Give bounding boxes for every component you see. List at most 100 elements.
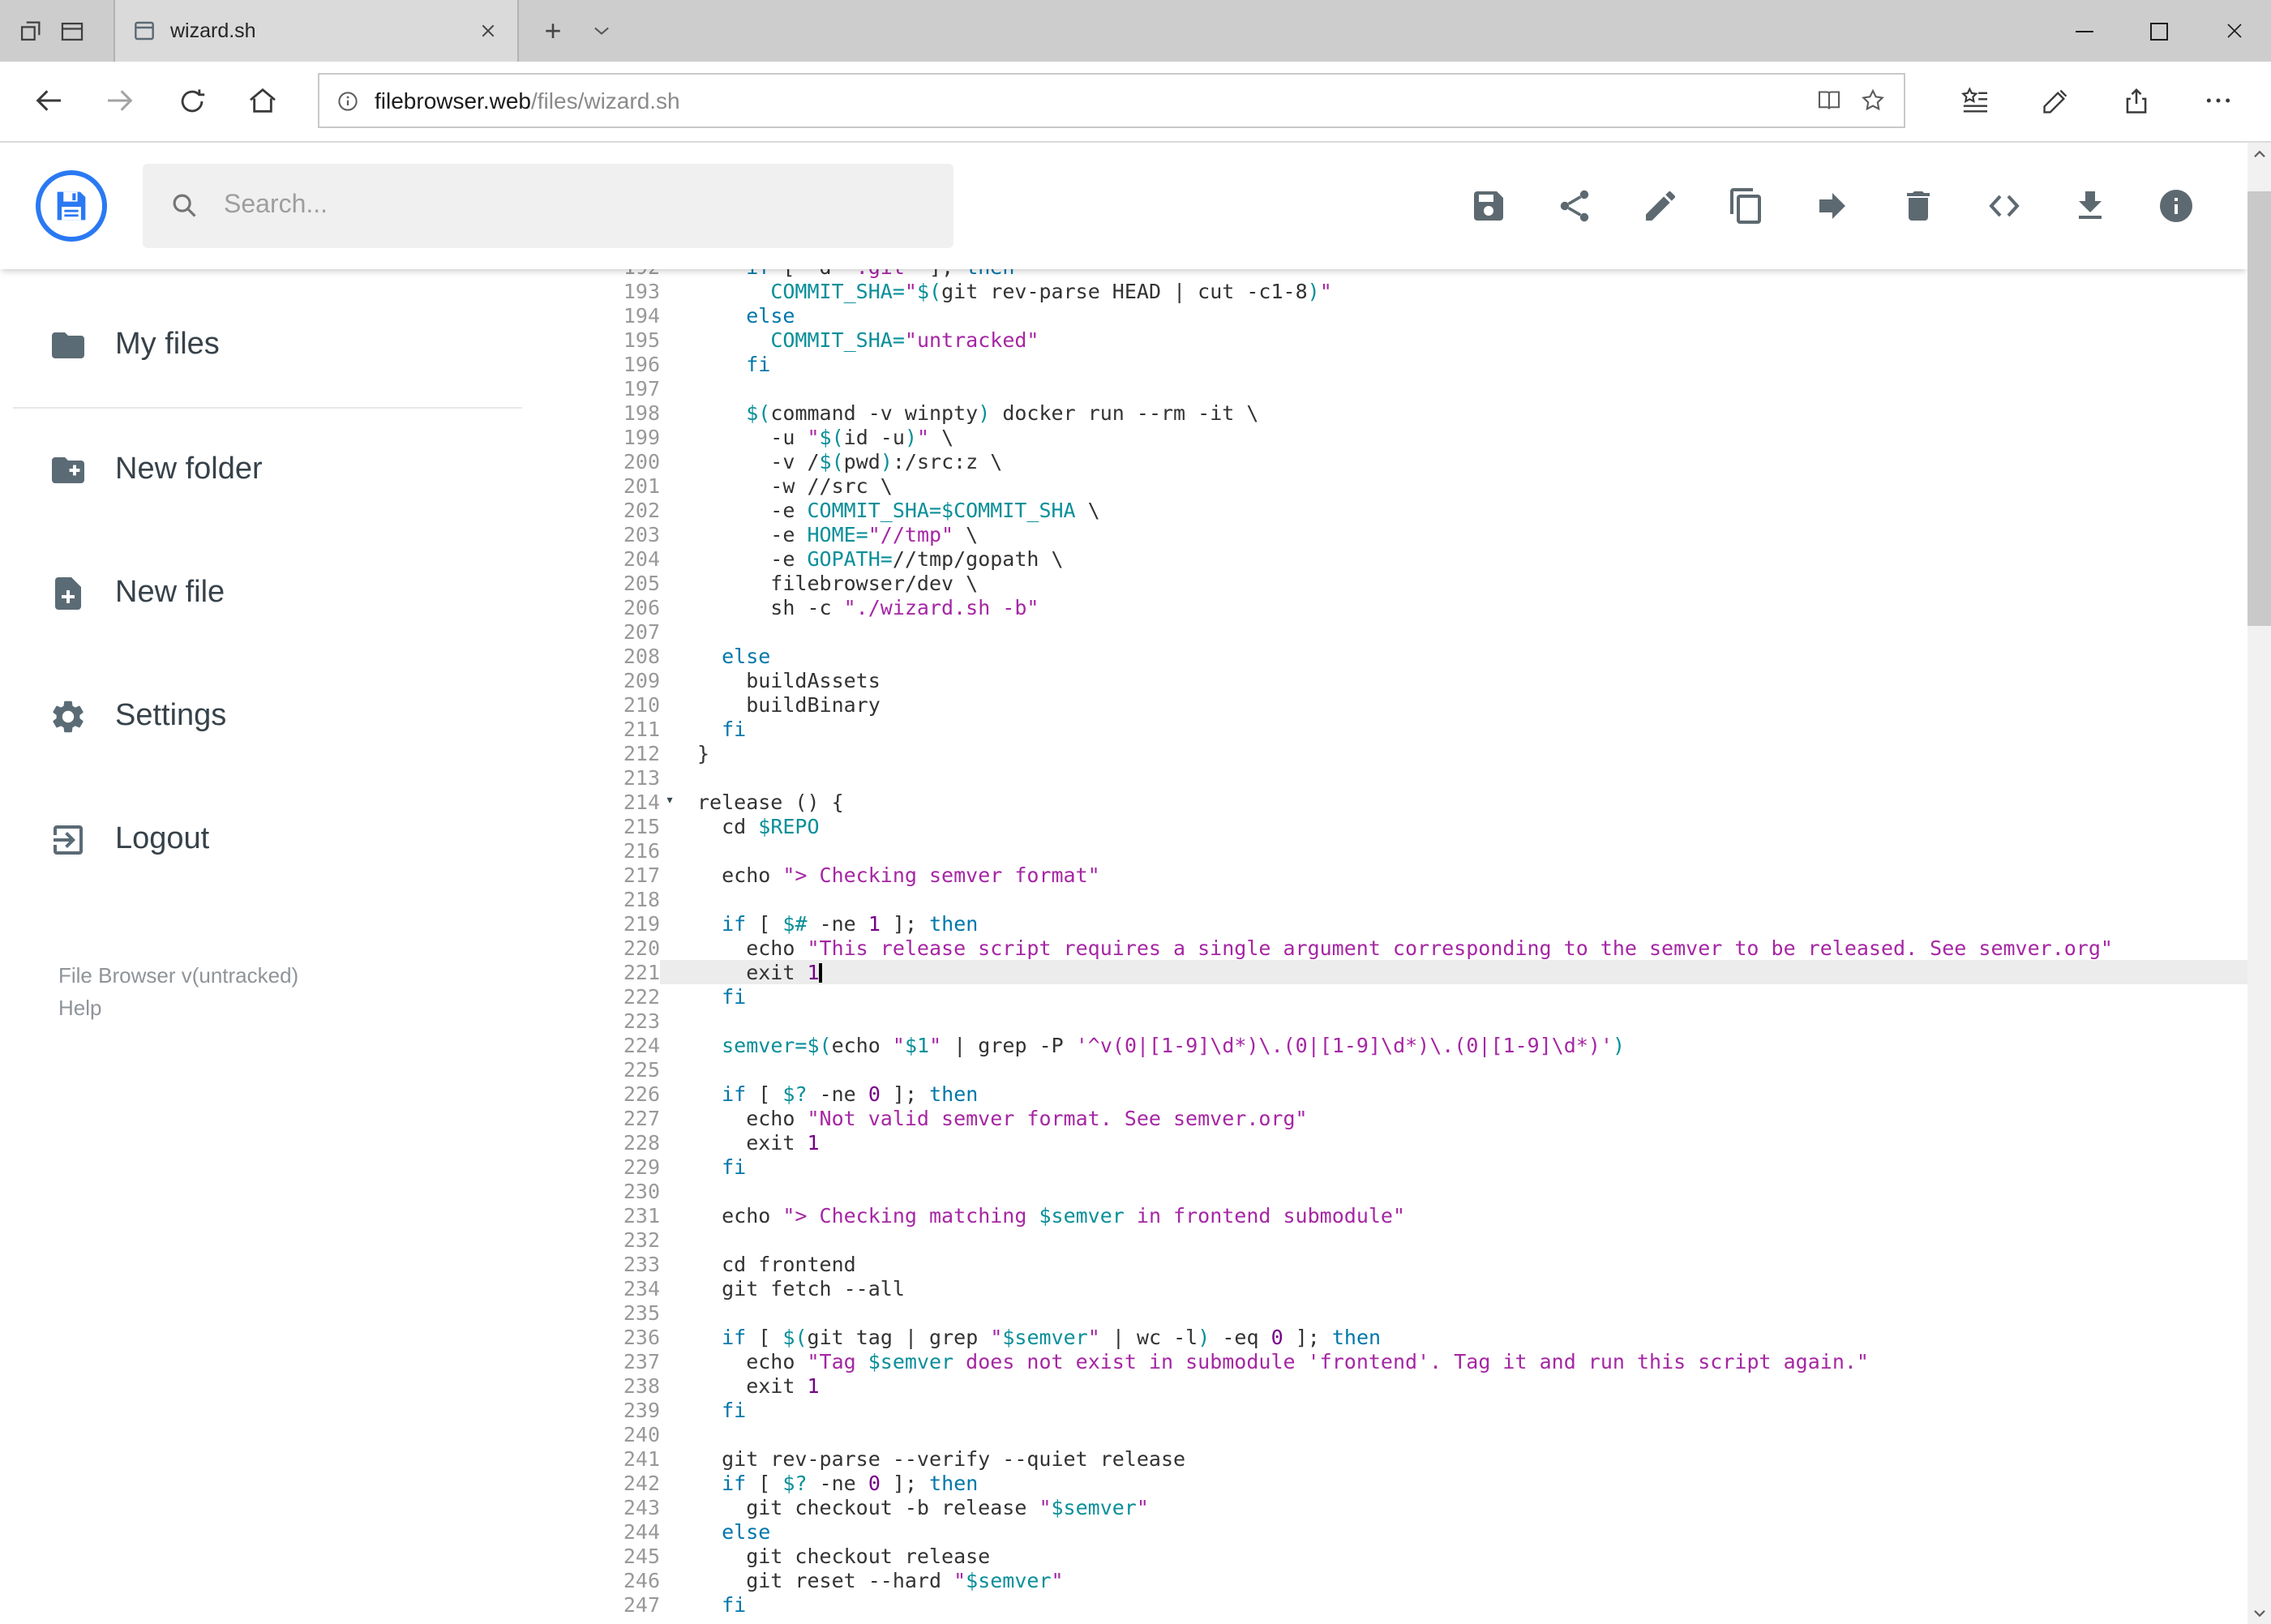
sidebar-item-logout[interactable]: Logout	[0, 778, 535, 902]
sidebar-item-my-files[interactable]: My files	[0, 284, 535, 407]
favorite-star-icon[interactable]	[1858, 87, 1887, 116]
browser-tab[interactable]: wizard.sh	[114, 0, 519, 62]
code-line[interactable]: 216	[535, 838, 2247, 863]
window-maximize-button[interactable]	[2122, 0, 2196, 62]
search-input[interactable]	[221, 189, 928, 222]
reading-view-icon[interactable]	[1814, 87, 1843, 116]
code-line[interactable]: 227 echo "Not valid semver format. See s…	[535, 1106, 2247, 1130]
code-line[interactable]: 196 fi	[535, 352, 2247, 376]
code-line[interactable]: 233 cd frontend	[535, 1252, 2247, 1276]
code-line[interactable]: 204 -e GOPATH=//tmp/gopath \	[535, 546, 2247, 571]
copy-icon[interactable]	[1726, 186, 1765, 225]
code-line[interactable]: 225	[535, 1057, 2247, 1082]
code-editor[interactable]: 192 if [ -d ".git" ]; then193 COMMIT_SHA…	[535, 269, 2247, 1624]
code-line[interactable]: 226 if [ $? -ne 0 ]; then	[535, 1082, 2247, 1106]
code-line[interactable]: 239 fi	[535, 1398, 2247, 1422]
code-line[interactable]: 197	[535, 376, 2247, 401]
code-line[interactable]: 202 -e COMMIT_SHA=$COMMIT_SHA \	[535, 498, 2247, 522]
more-options-icon[interactable]	[2177, 67, 2258, 135]
code-line[interactable]: 200 -v /$(pwd):/src:z \	[535, 449, 2247, 473]
new-tab-button[interactable]: +	[529, 0, 577, 62]
code-line[interactable]: 238 exit 1	[535, 1373, 2247, 1398]
window-minimize-button[interactable]	[2047, 0, 2122, 62]
code-line[interactable]: 199 -u "$(id -u)" \	[535, 425, 2247, 449]
code-line[interactable]: 207	[535, 619, 2247, 644]
tab-list-chevron-icon[interactable]	[577, 0, 626, 62]
code-line[interactable]: 246 git reset --hard "$semver"	[535, 1568, 2247, 1592]
code-line[interactable]: 210 buildBinary	[535, 692, 2247, 717]
code-line[interactable]: 241 git rev-parse --verify --quiet relea…	[535, 1446, 2247, 1471]
code-line[interactable]: 212}	[535, 741, 2247, 765]
code-line[interactable]: 209 buildAssets	[535, 668, 2247, 692]
move-icon[interactable]	[1812, 186, 1851, 225]
home-icon[interactable]	[227, 67, 298, 135]
code-line[interactable]: 244 else	[535, 1519, 2247, 1544]
page-scrollbar[interactable]	[2247, 142, 2271, 1624]
sidebar-item-new-file[interactable]: New file	[0, 532, 535, 655]
code-line[interactable]: 234 git fetch --all	[535, 1276, 2247, 1300]
code-line[interactable]: 206 sh -c "./wizard.sh -b"	[535, 595, 2247, 619]
code-line[interactable]: 218	[535, 887, 2247, 911]
code-line[interactable]: 208 else	[535, 644, 2247, 668]
set-tabs-aside-icon[interactable]	[8, 0, 50, 62]
tab-close-icon[interactable]	[475, 18, 501, 44]
code-line[interactable]: 235	[535, 1300, 2247, 1325]
scroll-down-icon[interactable]	[2247, 1600, 2271, 1624]
code-line[interactable]: 193 COMMIT_SHA="$(git rev-parse HEAD | c…	[535, 279, 2247, 303]
code-line[interactable]: 205 filebrowser/dev \	[535, 571, 2247, 595]
forward-icon[interactable]	[84, 67, 156, 135]
code-line[interactable]: 195 COMMIT_SHA="untracked"	[535, 328, 2247, 352]
code-line[interactable]: 247 fi	[535, 1592, 2247, 1617]
code-line[interactable]: 224 semver=$(echo "$1" | grep -P '^v(0|[…	[535, 1033, 2247, 1057]
fold-marker-icon[interactable]: ▾	[660, 790, 679, 814]
code-line[interactable]: 221 exit 1	[535, 960, 2247, 984]
code-line[interactable]: 220 echo "This release script requires a…	[535, 936, 2247, 960]
code-line[interactable]: 203 -e HOME="//tmp" \	[535, 522, 2247, 546]
save-icon[interactable]	[1468, 186, 1507, 225]
code-line[interactable]: 232	[535, 1228, 2247, 1252]
code-line[interactable]: 237 echo "Tag $semver does not exist in …	[535, 1349, 2247, 1373]
edit-icon[interactable]	[1640, 186, 1679, 225]
code-line[interactable]: 222 fi	[535, 984, 2247, 1009]
code-line[interactable]: 240	[535, 1422, 2247, 1446]
code-line[interactable]: 213	[535, 765, 2247, 790]
code-line[interactable]: 214 ▾ release () {	[535, 790, 2247, 814]
code-line[interactable]: 211 fi	[535, 717, 2247, 741]
code-line[interactable]: 242 if [ $? -ne 0 ]; then	[535, 1471, 2247, 1495]
code-line[interactable]: 192 if [ -d ".git" ]; then	[535, 269, 2247, 279]
tab-preview-toggle-icon[interactable]	[50, 0, 92, 62]
window-close-button[interactable]	[2196, 0, 2271, 62]
download-icon[interactable]	[2070, 186, 2109, 225]
hub-favorites-icon[interactable]	[1934, 67, 2015, 135]
code-line[interactable]: 230	[535, 1179, 2247, 1203]
scroll-up-icon[interactable]	[2247, 142, 2271, 166]
scrollbar-thumb[interactable]	[2247, 191, 2271, 625]
code-line[interactable]: 219 if [ $# -ne 1 ]; then	[535, 911, 2247, 936]
code-line[interactable]: 231 echo "> Checking matching $semver in…	[535, 1203, 2247, 1228]
code-line[interactable]: 243 git checkout -b release "$semver"	[535, 1495, 2247, 1519]
code-icon[interactable]	[1984, 186, 2023, 225]
sidebar-item-settings[interactable]: Settings	[0, 655, 535, 778]
help-link[interactable]: Help	[58, 992, 535, 1025]
filebrowser-logo[interactable]	[36, 169, 107, 242]
delete-icon[interactable]	[1898, 186, 1937, 225]
info-icon[interactable]	[2156, 186, 2195, 225]
code-line[interactable]: 236 if [ $(git tag | grep "$semver" | wc…	[535, 1325, 2247, 1349]
url-bar[interactable]: filebrowser.web/files/wizard.sh	[318, 73, 1905, 129]
share-page-icon[interactable]	[2096, 67, 2177, 135]
code-line[interactable]: 201 -w //src \	[535, 473, 2247, 498]
code-line[interactable]: 198 $(command -v winpty) docker run --rm…	[535, 401, 2247, 425]
sidebar-item-new-folder[interactable]: New folder	[0, 409, 535, 532]
url-text[interactable]: filebrowser.web/files/wizard.sh	[375, 88, 1799, 114]
code-line[interactable]: 194 else	[535, 303, 2247, 328]
code-line[interactable]: 215 cd $REPO	[535, 814, 2247, 838]
share-icon[interactable]	[1554, 186, 1593, 225]
code-line[interactable]: 245 git checkout release	[535, 1544, 2247, 1568]
back-icon[interactable]	[13, 67, 84, 135]
code-line[interactable]: 223	[535, 1009, 2247, 1033]
refresh-icon[interactable]	[156, 67, 227, 135]
site-info-icon[interactable]	[336, 89, 360, 114]
code-line[interactable]: 228 exit 1	[535, 1130, 2247, 1155]
search-box[interactable]	[143, 163, 953, 248]
code-line[interactable]: 217 echo "> Checking semver format"	[535, 863, 2247, 887]
